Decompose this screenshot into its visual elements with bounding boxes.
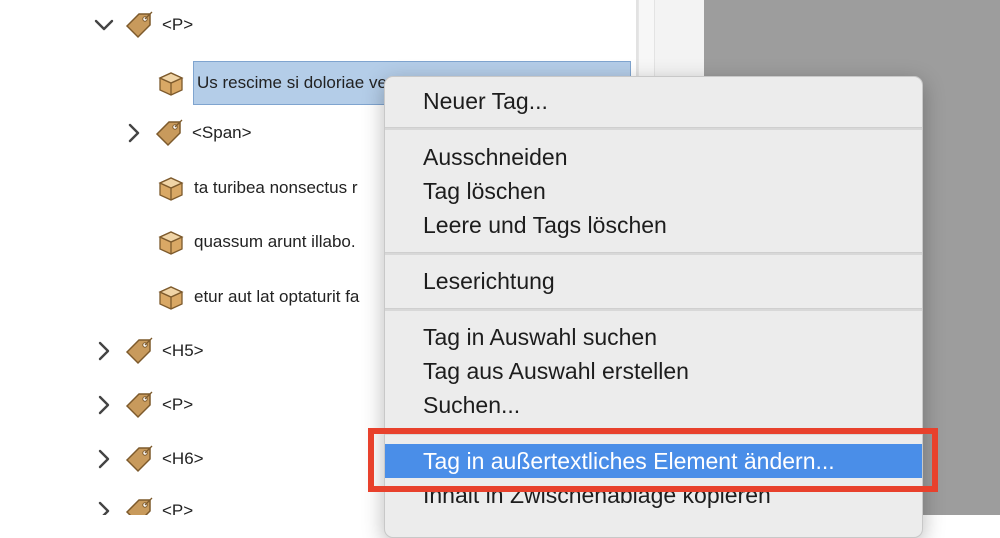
menu-separator [385,308,922,311]
menu-separator [385,432,922,435]
tree-item-label: quassum arunt illabo. [194,232,356,251]
tree-row-p[interactable]: <P> [92,494,193,515]
tree-row-text[interactable]: ta turibea nonsectus r [156,171,357,205]
chevron-right-icon[interactable] [122,121,146,145]
content-box-icon [156,283,186,311]
content-box-icon [156,228,186,256]
tag-icon [124,496,154,515]
tree-item-label: <H5> [162,341,204,360]
chevron-right-icon[interactable] [92,447,116,471]
tree-row-h5[interactable]: <H5> [92,334,204,368]
menu-item-find[interactable]: Suchen... [385,388,922,422]
menu-item-delete-tag[interactable]: Tag löschen [385,174,922,208]
tag-icon [124,336,154,366]
tree-item-label: <H6> [162,449,204,468]
chevron-right-icon[interactable] [92,393,116,417]
tree-item-label: <P> [162,501,194,515]
tree-row-h6[interactable]: <H6> [92,442,204,476]
tree-row-p[interactable]: <P> [92,388,193,422]
menu-item-reading-direction[interactable]: Leserichtung [385,264,922,298]
chevron-down-icon[interactable] [92,13,116,37]
tree-item-label: <Span> [192,123,252,142]
menu-item-create-tag-from-selection[interactable]: Tag aus Auswahl erstellen [385,354,922,388]
tree-item-label: <P> [162,15,194,34]
tag-icon [124,444,154,474]
tree-row-text[interactable]: etur aut lat optaturit fa [156,280,359,314]
content-box-icon [156,174,186,202]
tree-row-span[interactable]: <Span> [122,116,252,150]
chevron-right-icon[interactable] [92,339,116,363]
menu-item-delete-empty-tags[interactable]: Leere und Tags löschen [385,208,922,242]
tag-icon [124,390,154,420]
tag-icon [154,118,184,148]
menu-item-new-tag[interactable]: Neuer Tag... [385,84,922,118]
menu-item-copy-content-to-clipboard[interactable]: Inhalt in Zwischenablage kopieren [385,478,922,512]
menu-item-cut[interactable]: Ausschneiden [385,140,922,174]
chevron-right-icon[interactable] [92,499,116,515]
menu-item-find-tag-from-selection[interactable]: Tag in Auswahl suchen [385,320,922,354]
tag-icon [124,10,154,40]
tree-item-label: <P> [162,395,194,414]
menu-separator [385,252,922,255]
tree-row-p[interactable]: <P> [92,8,193,42]
tree-item-label: etur aut lat optaturit fa [194,287,360,306]
tree-row-text[interactable]: quassum arunt illabo. [156,225,356,259]
tree-item-label: ta turibea nonsectus r [194,178,358,197]
content-box-icon [156,69,186,97]
context-menu: Neuer Tag... Ausschneiden Tag löschen Le… [384,76,923,538]
menu-item-change-to-artifact[interactable]: Tag in außertextliches Element ändern... [385,444,922,478]
menu-separator [385,127,922,130]
tree-row-text-selected[interactable] [156,66,186,100]
